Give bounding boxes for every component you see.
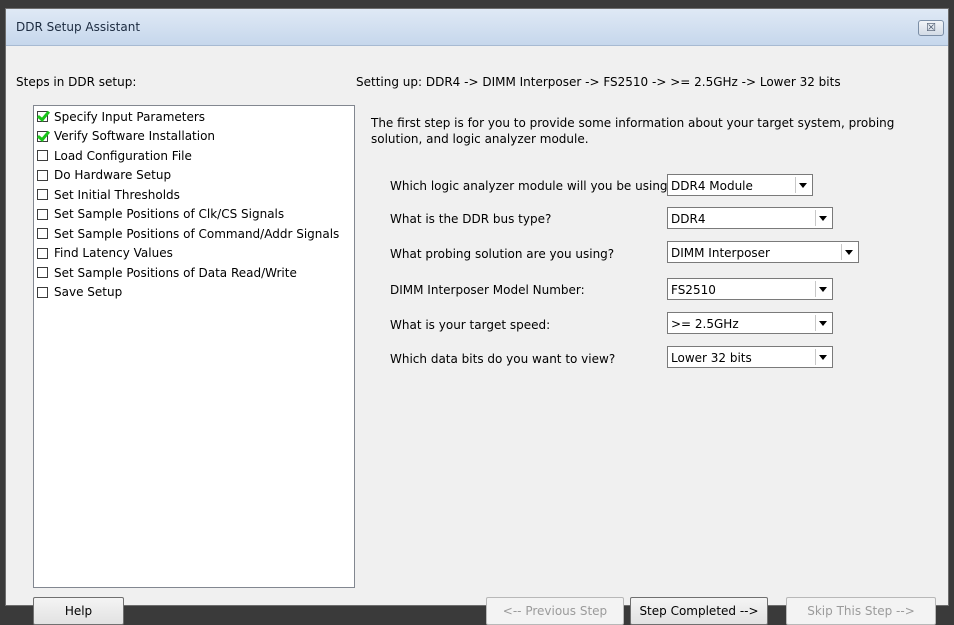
step-item[interactable]: Do Hardware Setup	[37, 166, 354, 186]
step-checkbox[interactable]	[37, 208, 48, 220]
step-checkbox[interactable]	[37, 267, 48, 279]
step-label: Save Setup	[54, 285, 123, 300]
chevron-down-icon[interactable]	[815, 315, 830, 331]
logic-analyzer-question: Which logic analyzer module will you be …	[390, 179, 674, 193]
step-checkbox[interactable]	[37, 130, 48, 142]
interposer-model-select[interactable]: FS2510	[667, 278, 833, 300]
skip-step-button[interactable]: Skip This Step -->	[786, 597, 936, 625]
step-checkbox[interactable]	[37, 228, 48, 240]
step-item[interactable]: Set Sample Positions of Clk/CS Signals	[37, 205, 354, 225]
target-speed-question: What is your target speed:	[390, 318, 551, 332]
chevron-down-icon[interactable]	[795, 177, 810, 193]
step-item[interactable]: Set Initial Thresholds	[37, 185, 354, 205]
step-label: Set Sample Positions of Command/Addr Sig…	[54, 226, 340, 241]
step-item[interactable]: Load Configuration File	[37, 146, 354, 166]
step-item[interactable]: Verify Software Installation	[37, 127, 354, 147]
previous-step-button[interactable]: <-- Previous Step	[486, 597, 624, 625]
target-speed-select[interactable]: >= 2.5GHz	[667, 312, 833, 334]
probing-solution-select[interactable]: DIMM Interposer	[667, 241, 859, 263]
step-label: Do Hardware Setup	[54, 168, 172, 183]
step-label: Set Initial Thresholds	[54, 187, 180, 202]
title-bar: DDR Setup Assistant ☒	[6, 9, 948, 46]
bus-type-value: DDR4	[671, 212, 706, 226]
step-item[interactable]: Specify Input Parameters	[37, 107, 354, 127]
help-button[interactable]: Help	[33, 597, 124, 625]
data-bits-value: Lower 32 bits	[671, 351, 752, 365]
step-label: Load Configuration File	[54, 148, 192, 163]
chevron-down-icon[interactable]	[815, 210, 830, 226]
target-speed-value: >= 2.5GHz	[671, 317, 739, 331]
step-label: Set Sample Positions of Clk/CS Signals	[54, 207, 285, 222]
close-button[interactable]: ☒	[918, 20, 944, 36]
ddr-setup-window: DDR Setup Assistant ☒ Steps in DDR setup…	[5, 8, 949, 625]
step-label: Verify Software Installation	[54, 129, 216, 144]
logic-analyzer-value: DDR4 Module	[671, 179, 753, 193]
step-checkbox[interactable]	[37, 189, 48, 201]
probing-solution-question: What probing solution are you using?	[390, 247, 615, 261]
step-item[interactable]: Set Sample Positions of Data Read/Write	[37, 263, 354, 283]
step-item[interactable]: Find Latency Values	[37, 244, 354, 264]
interposer-model-value: FS2510	[671, 283, 716, 297]
bus-type-question: What is the DDR bus type?	[390, 212, 552, 226]
logic-analyzer-select[interactable]: DDR4 Module	[667, 174, 813, 196]
intro-text: The first step is for you to provide som…	[371, 116, 895, 146]
step-checkbox[interactable]	[37, 111, 48, 123]
dialog-body: Steps in DDR setup: Setting up: DDR4 -> …	[6, 46, 948, 625]
step-completed-button[interactable]: Step Completed -->	[630, 597, 768, 625]
step-label: Set Sample Positions of Data Read/Write	[54, 265, 297, 280]
step-checkbox[interactable]	[37, 150, 48, 162]
step-checkbox[interactable]	[37, 247, 48, 259]
steps-list[interactable]: Specify Input Parameters Verify Software…	[33, 105, 355, 588]
chevron-down-icon[interactable]	[841, 244, 856, 260]
step-label: Find Latency Values	[54, 246, 173, 261]
bus-type-select[interactable]: DDR4	[667, 207, 833, 229]
step-checkbox[interactable]	[37, 169, 48, 181]
steps-heading: Steps in DDR setup:	[16, 75, 137, 89]
step-label: Specify Input Parameters	[54, 109, 206, 124]
interposer-model-question: DIMM Interposer Model Number:	[390, 283, 585, 297]
probing-solution-value: DIMM Interposer	[671, 246, 770, 260]
data-bits-question: Which data bits do you want to view?	[390, 352, 616, 366]
step-item[interactable]: Set Sample Positions of Command/Addr Sig…	[37, 224, 354, 244]
data-bits-select[interactable]: Lower 32 bits	[667, 346, 833, 368]
window-title: DDR Setup Assistant	[16, 20, 141, 34]
setting-up-summary: Setting up: DDR4 -> DIMM Interposer -> F…	[356, 75, 841, 89]
chevron-down-icon[interactable]	[815, 281, 830, 297]
chevron-down-icon[interactable]	[815, 349, 830, 365]
step-item[interactable]: Save Setup	[37, 283, 354, 303]
step-checkbox[interactable]	[37, 286, 48, 298]
